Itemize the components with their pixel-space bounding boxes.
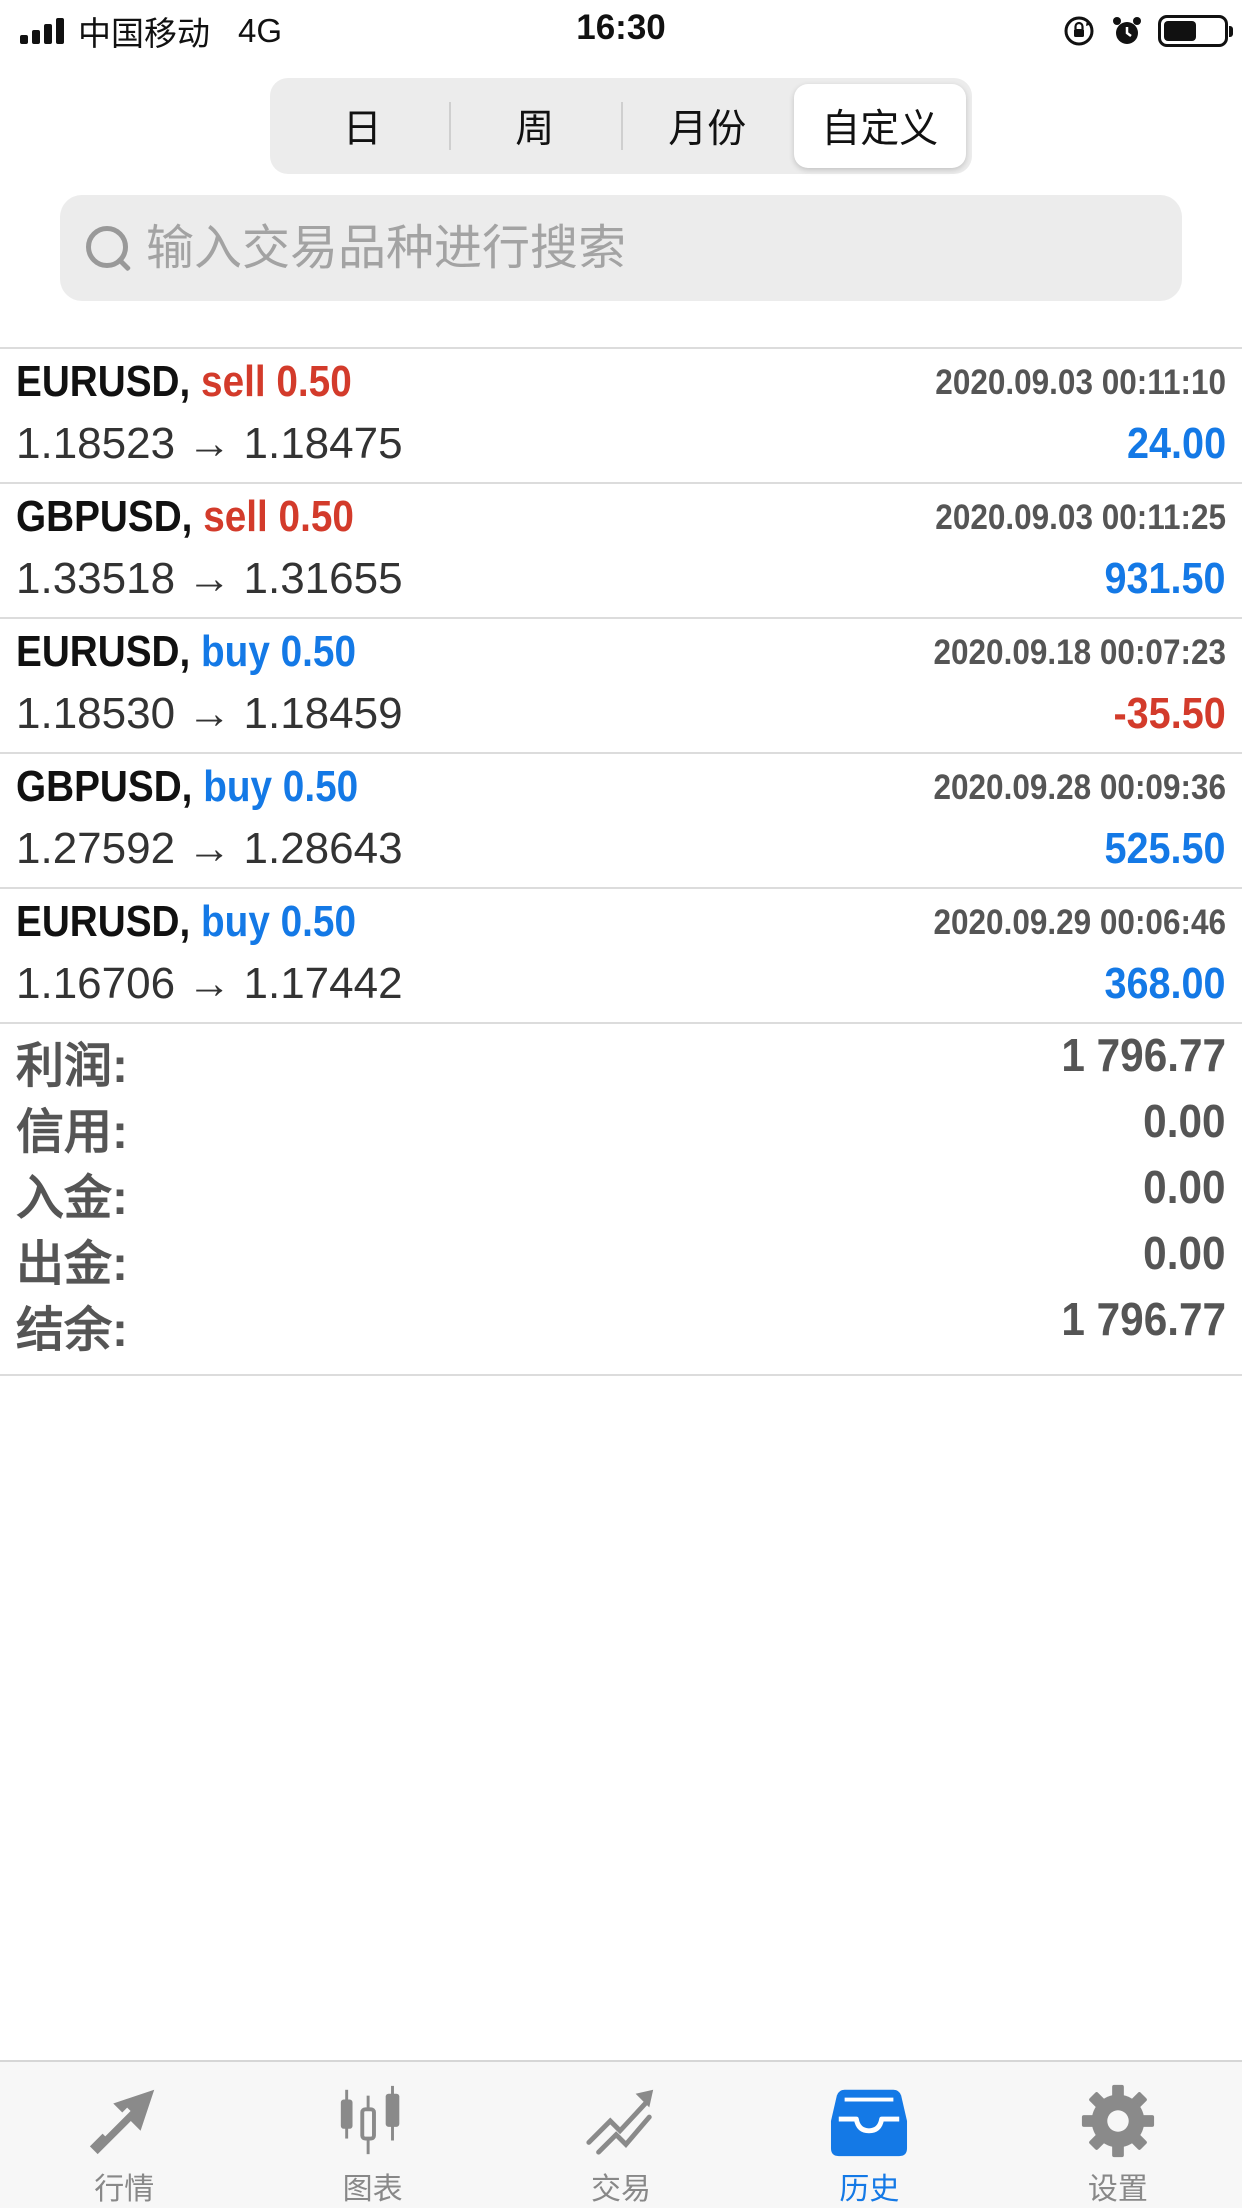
quotes-arrows-icon [90,2089,155,2155]
segment-month[interactable]: 月份 [621,84,794,168]
trade-side-volume: sell 0.50 [203,492,354,541]
segment-week[interactable]: 周 [448,84,622,168]
period-segmented-control: 日 周 月份 自定义 [270,78,972,174]
trade-prices: 1.16706 → 1.17442 [16,959,403,1008]
trade-title: GBPUSD, buy 0.50 [16,762,358,812]
search-icon [82,222,134,274]
trade-title: EURUSD, buy 0.50 [16,897,356,947]
segment-custom[interactable]: 自定义 [793,84,966,168]
trade-side-volume: sell 0.50 [201,357,352,406]
summary-label: 利润: [16,1040,128,1093]
trade-symbol: EURUSD, [16,627,191,676]
summary-row-deposit: 入金: 0.00 [0,1154,1242,1225]
candlestick-chart-icon [340,2085,399,2155]
tab-trade[interactable]: 交易 [497,2062,745,2208]
trade-row[interactable]: EURUSD, buy 0.50 2020.09.29 00:06:46 1.1… [0,889,1242,1024]
trade-row[interactable]: EURUSD, buy 0.50 2020.09.18 00:07:23 1.1… [0,619,1242,754]
tab-label: 历史 [839,2173,900,2206]
summary-value: 0.00 [1143,1095,1226,1147]
search-bar[interactable] [60,195,1182,301]
rotation-lock-icon [1064,16,1094,46]
trade-title: EURUSD, buy 0.50 [16,627,356,677]
battery-icon [1158,15,1233,47]
summary-row-credit: 信用: 0.00 [0,1088,1242,1159]
trade-title: EURUSD, sell 0.50 [16,357,352,407]
trade-title: GBPUSD, sell 0.50 [16,492,354,542]
trade-profit: 931.50 [1104,554,1226,603]
summary-label: 结余: [16,1304,128,1357]
trade-symbol: EURUSD, [16,897,191,946]
summary-label: 信用: [16,1106,128,1159]
status-right [1062,12,1233,50]
app-root: 中国移动 4G 16:30 日 周 月份 自定义 输入交易品种进行搜索 EURU… [0,0,1242,2208]
trade-prices: 1.33518 → 1.31655 [16,554,403,603]
tab-chart[interactable]: 图表 [248,2062,496,2208]
status-time: 16:30 [576,8,666,47]
trade-trend-icon [586,2089,654,2155]
trade-time: 2020.09.03 00:11:25 [935,498,1226,537]
trade-side-volume: buy 0.50 [201,897,356,946]
tab-label: 交易 [591,2173,652,2206]
summary-label: 入金: [16,1172,128,1225]
trade-prices: 1.27592 → 1.28643 [16,824,403,873]
trade-time: 2020.09.29 00:06:46 [933,903,1227,942]
gear-icon [1081,2084,1154,2158]
trade-prices: 1.18530 → 1.18459 [16,689,403,738]
search-input[interactable] [146,220,1126,276]
history-inbox-icon [831,2089,908,2157]
trade-profit: -35.50 [1113,689,1226,738]
summary-row-withdrawal: 出金: 0.00 [0,1220,1242,1291]
tab-history[interactable]: 历史 [745,2062,993,2208]
trade-symbol: GBPUSD, [16,492,193,541]
trade-prices: 1.18523 → 1.18475 [16,419,403,468]
summary-row-profit: 利润: 1 796.77 [0,1022,1242,1093]
summary-value: 1 796.77 [1061,1293,1226,1345]
trade-history-list: EURUSD, sell 0.50 2020.09.03 00:11:10 1.… [0,347,1242,1024]
summary-value: 0.00 [1143,1161,1226,1213]
summary-label: 出金: [16,1238,128,1291]
trade-profit: 368.00 [1104,959,1226,1008]
trade-side-volume: buy 0.50 [203,762,359,811]
tab-label: 图表 [342,2173,403,2206]
trade-time: 2020.09.18 00:07:23 [933,633,1227,672]
trade-row[interactable]: GBPUSD, sell 0.50 2020.09.03 00:11:25 1.… [0,484,1242,619]
trade-time: 2020.09.28 00:09:36 [933,768,1227,807]
trade-time: 2020.09.03 00:11:10 [935,363,1226,402]
trade-row[interactable]: GBPUSD, buy 0.50 2020.09.28 00:09:36 1.2… [0,754,1242,889]
status-bar: 中国移动 4G 16:30 [0,0,1242,62]
trade-symbol: GBPUSD, [16,762,193,811]
trade-profit: 525.50 [1104,824,1226,873]
trade-profit: 24.00 [1126,419,1226,468]
bottom-tab-bar: 行情 图表 交易 历史 设置 [0,2060,1242,2208]
tab-settings[interactable]: 设置 [994,2062,1242,2208]
tab-quotes[interactable]: 行情 [0,2062,248,2208]
segment-day[interactable]: 日 [276,84,449,168]
trade-row[interactable]: EURUSD, sell 0.50 2020.09.03 00:11:10 1.… [0,349,1242,484]
summary-row-balance: 结余: 1 796.77 [0,1286,1242,1357]
tab-label: 设置 [1087,2173,1148,2206]
tab-label: 行情 [94,2173,155,2206]
summary-value: 0.00 [1143,1227,1226,1279]
account-summary: 利润: 1 796.77 信用: 0.00 入金: 0.00 出金: 0.00 … [0,1022,1242,1376]
trade-side-volume: buy 0.50 [201,627,356,676]
trade-symbol: EURUSD, [16,357,191,406]
summary-value: 1 796.77 [1061,1029,1226,1081]
alarm-clock-icon [1113,17,1141,44]
